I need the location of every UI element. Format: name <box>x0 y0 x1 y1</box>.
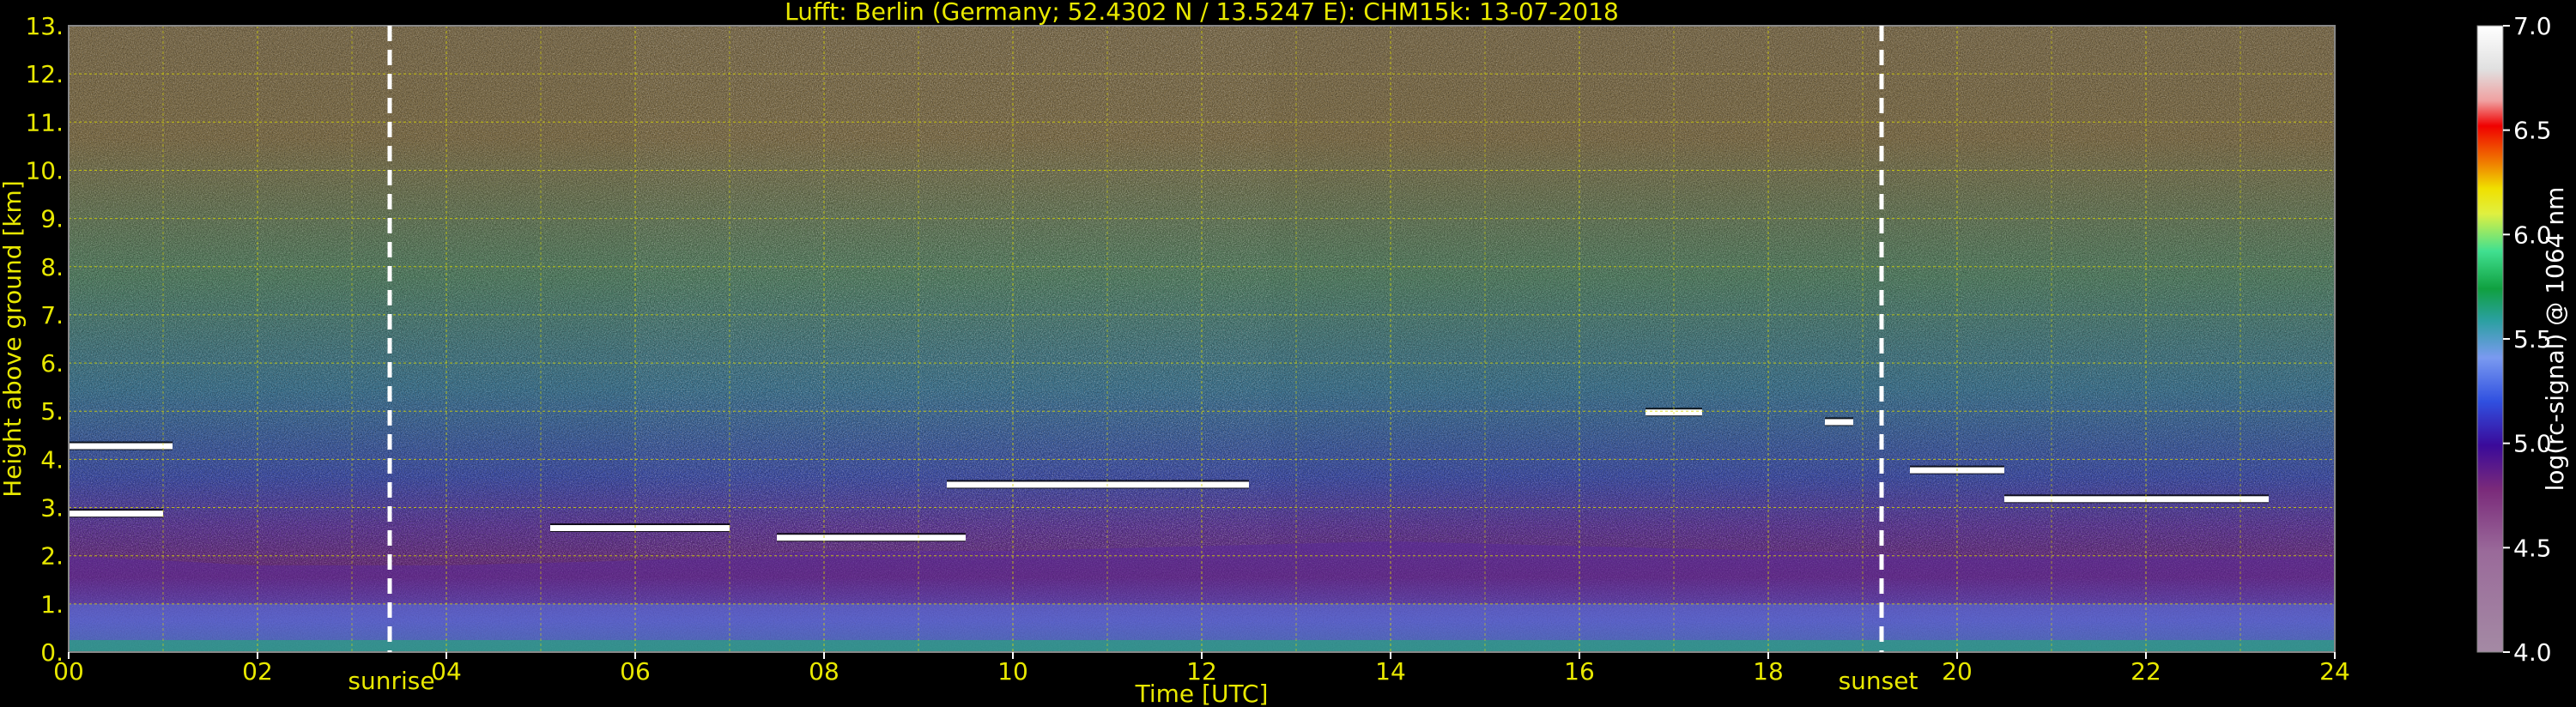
y-tick-label: 5. <box>40 397 64 426</box>
x-tick-label: 06 <box>620 657 651 686</box>
y-tick-label: 6. <box>40 349 64 378</box>
cloud-layer <box>69 511 163 517</box>
cloud-layer <box>947 481 1249 488</box>
x-tick-label: 20 <box>1942 657 1973 686</box>
y-tick-label: 12. <box>25 60 64 88</box>
cloud-layer <box>69 443 173 450</box>
sunset-label: sunset <box>1839 667 1918 695</box>
colorbar-tick-label: 4.5 <box>2513 534 2552 562</box>
colorbar-label: log(rc-signal) @ 1064 nm <box>2541 187 2569 492</box>
chart-title: Lufft: Berlin (Germany; 52.4302 N / 13.5… <box>785 0 1619 26</box>
cloud-layer <box>777 535 966 541</box>
y-tick-label: 4. <box>40 445 64 474</box>
ceilometer-figure: 00 02 04 06 08 10 12 14 16 18 20 22 24 0.1.2.3.4.5.6… <box>0 0 2569 707</box>
x-tick-label: 04 <box>431 657 462 686</box>
x-tick-label: 22 <box>2131 657 2161 686</box>
colorbar-tick-label: 6.5 <box>2513 117 2552 145</box>
y-tick-label: 9. <box>40 205 64 233</box>
x-tick-label: 02 <box>242 657 273 686</box>
y-tick-label: 1. <box>40 590 64 619</box>
colorbar-tick-label: 7.0 <box>2513 12 2552 40</box>
x-tick-label: 14 <box>1375 657 1406 686</box>
x-tick-label: 10 <box>997 657 1028 686</box>
y-tick-label: 0. <box>40 638 64 667</box>
x-tick-label: 24 <box>2319 657 2350 686</box>
y-axis-ticks: 0. 1. 2. 3. 4. 5. 6. 7. 8. 9. 10. 11. 12. 13. <box>25 12 64 667</box>
y-tick-label: 2. <box>40 542 64 571</box>
y-axis-label: Height above ground [km] <box>0 180 27 498</box>
x-axis-label: Time [UTC] <box>1135 680 1269 707</box>
y-tick-label: 8. <box>40 253 64 281</box>
colorbar-tick-label: 4.0 <box>2513 638 2552 667</box>
x-tick-label: 16 <box>1564 657 1595 686</box>
y-tick-label: 10. <box>25 156 64 184</box>
x-tick-label: 18 <box>1753 657 1784 686</box>
x-tick-label: 08 <box>809 657 839 686</box>
y-tick-label: 11. <box>25 108 64 136</box>
sunrise-label: sunrise <box>348 667 434 695</box>
y-tick-label: 13. <box>25 12 64 40</box>
colorbar <box>2476 25 2504 653</box>
y-tick-label: 7. <box>40 301 64 329</box>
cloud-layer <box>2004 496 2269 503</box>
y-tick-label: 3. <box>40 494 64 523</box>
cloud-layer <box>1825 419 1853 426</box>
cloud-layer <box>550 525 730 531</box>
